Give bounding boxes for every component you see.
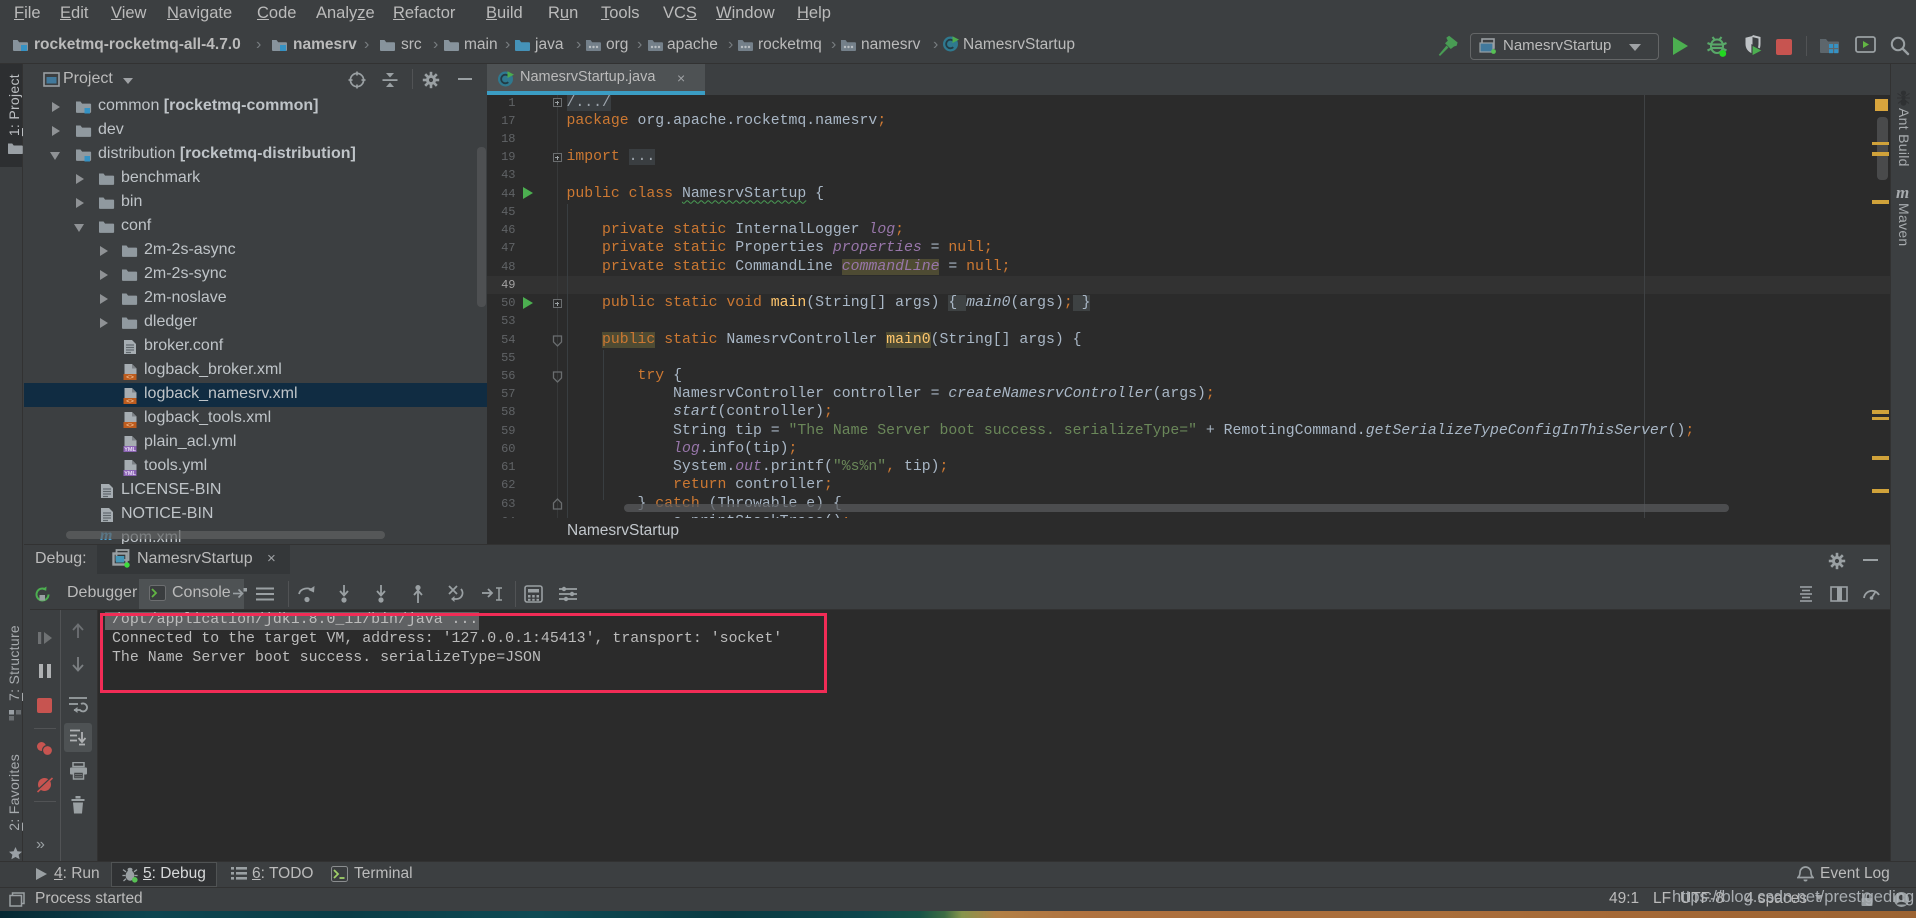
svg-text:YML: YML — [124, 471, 136, 476]
svg-text:<>: <> — [126, 374, 134, 380]
svg-text:<>: <> — [126, 422, 134, 428]
svg-text:YML: YML — [124, 447, 136, 452]
svg-text:<>: <> — [126, 398, 134, 404]
